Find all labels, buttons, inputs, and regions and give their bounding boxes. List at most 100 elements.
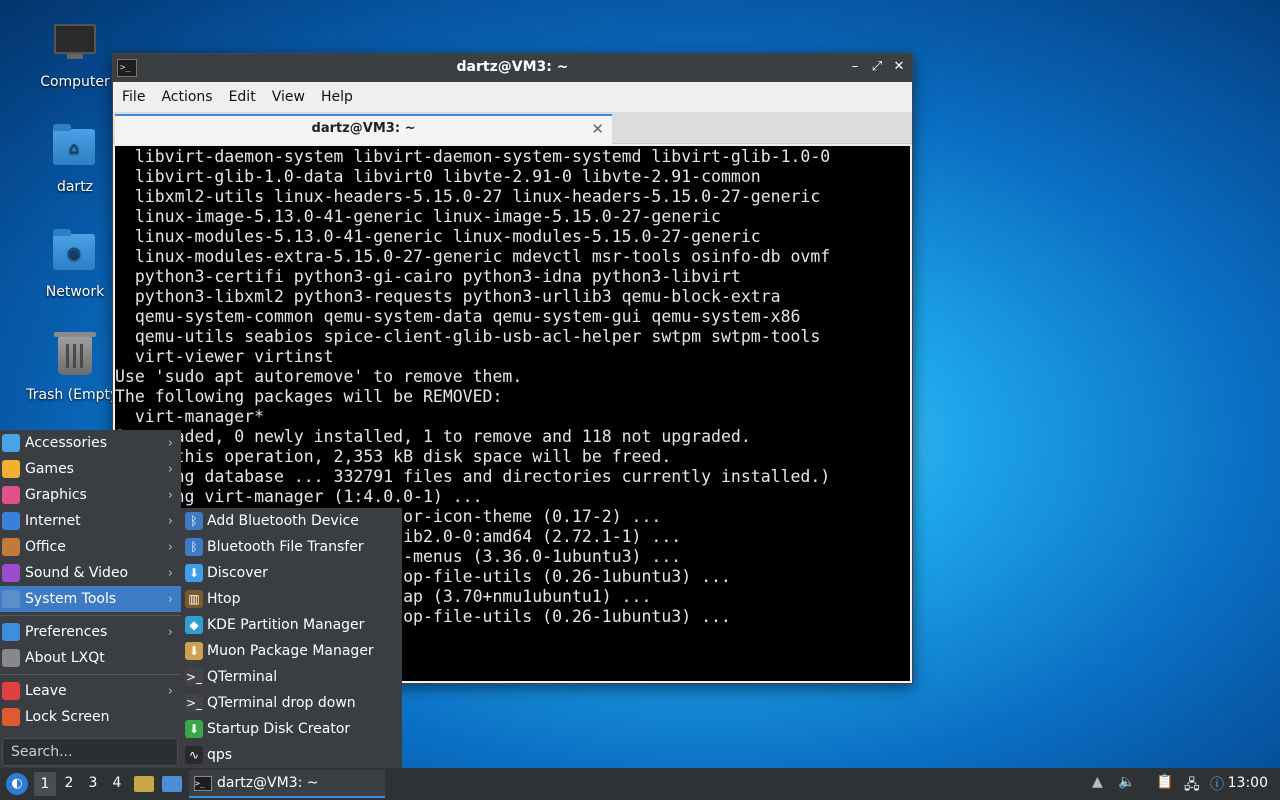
internet-icon xyxy=(2,512,20,530)
submenu-item-qterminal[interactable]: >_ QTerminal xyxy=(181,664,402,690)
menu-edit[interactable]: Edit xyxy=(224,89,267,105)
window-titlebar[interactable]: >_ dartz@VM3: ~ – ⤢ ✕ xyxy=(113,54,912,82)
terminal-line: python3-certifi python3-gi-cairo python3… xyxy=(115,267,741,286)
sound-video-icon xyxy=(2,564,20,582)
chevron-right-icon: › xyxy=(167,539,173,555)
menu-item-graphics[interactable]: Graphics › xyxy=(0,482,181,508)
workspace-1[interactable]: 1 xyxy=(34,772,56,796)
start-menu: Accessories › Games › Graphics › Internet › Offi… xyxy=(0,430,181,768)
close-icon[interactable]: ✕ xyxy=(890,59,908,74)
tray-expand-icon[interactable]: ▲ xyxy=(1092,774,1103,790)
terminal-line: virt-viewer virtinst xyxy=(115,347,334,366)
search-input[interactable]: Search... xyxy=(2,738,178,766)
about-icon xyxy=(2,649,20,667)
submenu-item-bluetooth-file-transfer[interactable]: ᛒ Bluetooth File Transfer xyxy=(181,534,402,560)
startup-disk-icon: ⬇ xyxy=(185,720,203,738)
chevron-right-icon: › xyxy=(167,591,173,607)
menu-actions[interactable]: Actions xyxy=(156,89,223,105)
submenu-item-label: qps xyxy=(207,747,233,763)
menu-item-lock-screen[interactable]: Lock Screen xyxy=(0,704,181,730)
volume-icon[interactable]: 🔈 xyxy=(1118,774,1135,790)
taskbar-task-terminal[interactable]: >_ dartz@VM3: ~ xyxy=(189,770,385,798)
menu-item-about-lxqt[interactable]: About LXQt xyxy=(0,645,181,671)
menu-item-label: Preferences xyxy=(25,624,108,640)
maximize-icon[interactable]: ⤢ xyxy=(868,59,886,74)
terminal-line: linux-modules-extra-5.15.0-27-generic md… xyxy=(115,247,831,266)
terminal-line: libxml2-utils linux-headers-5.15.0-27 li… xyxy=(115,187,821,206)
taskbar: ◐ 1 2 3 4 >_ dartz@VM3: ~ ▲ 🔈 📋 🖧 ⓘ 13:0… xyxy=(0,768,1280,800)
window-title: dartz@VM3: ~ xyxy=(456,59,569,75)
workspace-4[interactable]: 4 xyxy=(106,775,128,791)
workspace-3[interactable]: 3 xyxy=(82,775,104,791)
terminal-line: 0 upgraded, 0 newly installed, 1 to remo… xyxy=(115,427,751,446)
menu-help[interactable]: Help xyxy=(316,89,364,105)
workspace-2[interactable]: 2 xyxy=(58,775,80,791)
games-icon xyxy=(2,460,20,478)
menu-item-label: Internet xyxy=(25,513,81,529)
terminal-line: qemu-utils seabios spice-client-glib-usb… xyxy=(115,327,821,346)
menu-item-accessories[interactable]: Accessories › xyxy=(0,430,181,456)
submenu-item-label: Muon Package Manager xyxy=(207,643,374,659)
menu-item-internet[interactable]: Internet › xyxy=(0,508,181,534)
package-manager-icon: ⬇ xyxy=(185,642,203,660)
submenu-item-label: Startup Disk Creator xyxy=(207,721,351,737)
submenu-item-qps[interactable]: ∿ qps xyxy=(181,742,402,768)
show-desktop-icon[interactable] xyxy=(162,776,182,792)
submenu-item-label: QTerminal xyxy=(207,669,278,685)
submenu-item-label: Add Bluetooth Device xyxy=(207,513,359,529)
htop-icon: ▥ xyxy=(185,590,203,608)
desktop-icon-home[interactable]: ⌂ dartz xyxy=(25,123,125,195)
desktop-icon-network[interactable]: ◉ Network xyxy=(25,228,125,300)
submenu-item-qterminal-drop-down[interactable]: >_ QTerminal drop down xyxy=(181,690,402,716)
clipboard-icon[interactable]: 📋 xyxy=(1156,774,1173,790)
tab-close-icon[interactable]: ✕ xyxy=(591,116,604,142)
home-folder-icon: ⌂ xyxy=(53,124,97,173)
submenu-item-label: Discover xyxy=(207,565,268,581)
menu-item-label: About LXQt xyxy=(25,650,105,666)
terminal-line: Use 'sudo apt autoremove' to remove them… xyxy=(115,367,523,386)
start-menu-button[interactable]: ◐ xyxy=(6,773,28,795)
menu-item-system-tools[interactable]: System Tools › xyxy=(0,586,181,612)
terminal-icon: >_ xyxy=(185,694,203,712)
system-tools-icon xyxy=(2,590,20,608)
submenu-item-muon-package-manager[interactable]: ⬇ Muon Package Manager xyxy=(181,638,402,664)
file-manager-icon[interactable] xyxy=(134,776,154,792)
submenu-item-label: QTerminal drop down xyxy=(207,695,356,711)
menu-item-preferences[interactable]: Preferences › xyxy=(0,619,181,645)
terminal-tab[interactable]: dartz@VM3: ~ ✕ xyxy=(115,114,612,144)
menu-view[interactable]: View xyxy=(267,89,316,105)
submenu-item-add-bluetooth-device[interactable]: ᛒ Add Bluetooth Device xyxy=(181,508,402,534)
partition-manager-icon: ◆ xyxy=(185,616,203,634)
terminal-line: After this operation, 2,353 kB disk spac… xyxy=(115,447,672,466)
menu-item-label: Games xyxy=(25,461,74,477)
computer-icon xyxy=(53,24,97,68)
menu-item-leave[interactable]: Leave › xyxy=(0,678,181,704)
desktop-icon-computer[interactable]: Computer xyxy=(25,18,125,90)
submenu-item-kde-partition-manager[interactable]: ◆ KDE Partition Manager xyxy=(181,612,402,638)
menu-file[interactable]: File xyxy=(117,89,156,105)
discover-icon: ⬇ xyxy=(185,564,203,582)
menu-item-label: Accessories xyxy=(25,435,108,451)
submenu-item-discover[interactable]: ⬇ Discover xyxy=(181,560,402,586)
preferences-icon xyxy=(2,623,20,641)
clock[interactable]: 13:00 xyxy=(1228,775,1268,791)
menu-separator xyxy=(0,674,181,675)
trash-icon xyxy=(53,332,97,381)
submenu-item-startup-disk-creator[interactable]: ⬇ Startup Disk Creator xyxy=(181,716,402,742)
menu-item-label: System Tools xyxy=(25,591,117,607)
terminal-line: (Reading database ... 332791 files and d… xyxy=(115,467,831,486)
menu-item-label: Graphics xyxy=(25,487,87,503)
desktop-icon-trash[interactable]: Trash (Empty) xyxy=(25,332,125,403)
menu-item-sound-video[interactable]: Sound & Video › xyxy=(0,560,181,586)
menu-item-office[interactable]: Office › xyxy=(0,534,181,560)
task-label: dartz@VM3: ~ xyxy=(217,775,319,791)
terminal-line: python3-libxml2 python3-requests python3… xyxy=(115,287,781,306)
lock-icon xyxy=(2,708,20,726)
menu-item-games[interactable]: Games › xyxy=(0,456,181,482)
submenu-item-htop[interactable]: ▥ Htop xyxy=(181,586,402,612)
desktop-icon-label: dartz xyxy=(56,179,94,195)
update-notifier-icon[interactable]: ⓘ xyxy=(1210,774,1224,794)
network-icon[interactable]: 🖧 xyxy=(1184,774,1200,798)
terminal-icon: >_ xyxy=(194,776,212,791)
minimize-icon[interactable]: – xyxy=(846,59,864,74)
